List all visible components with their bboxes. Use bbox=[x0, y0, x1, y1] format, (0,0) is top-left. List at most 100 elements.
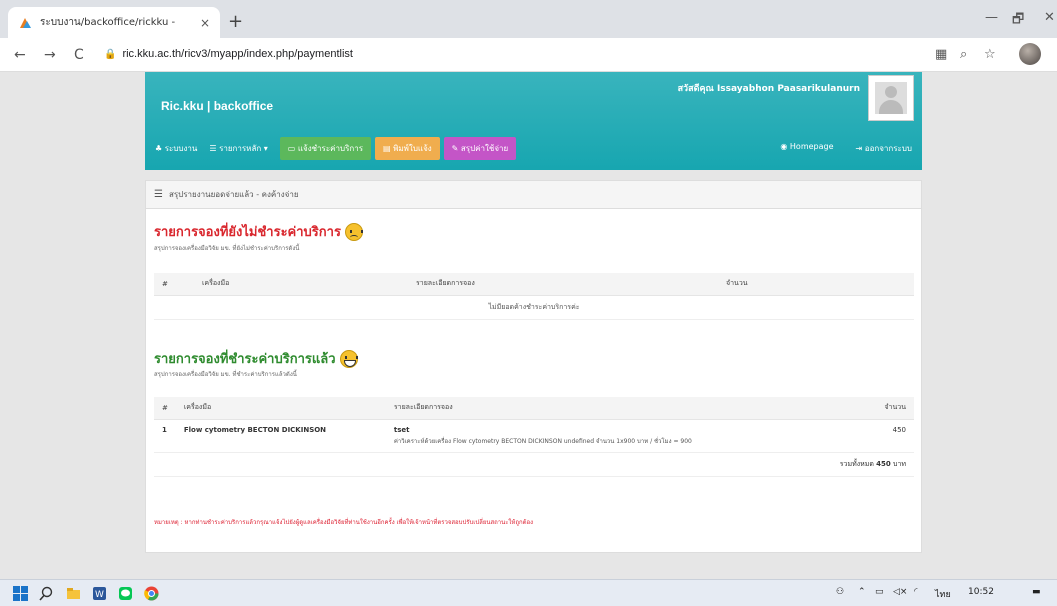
input-language[interactable]: ไทย bbox=[935, 587, 951, 601]
row-detail: tset ค่าวิเคราะห์ด้วยเครื่อง Flow cytome… bbox=[385, 419, 854, 453]
row-instrument: Flow cytometry BECTON DICKINSON bbox=[175, 419, 386, 453]
search-icon[interactable] bbox=[39, 586, 54, 601]
site-header: Ric.kku | backoffice สวัสดีคุณ Issayabho… bbox=[145, 72, 922, 170]
col-number: # bbox=[154, 273, 194, 296]
nav-main-menu-label: รายการหลัก bbox=[219, 144, 262, 153]
card-icon: ▭ bbox=[287, 144, 298, 153]
print-invoice-label: พิมพ์ใบแจ้ง bbox=[393, 144, 432, 153]
nav-home[interactable]: ♣ ระบบงาน bbox=[155, 142, 197, 155]
unpaid-title-text: รายการจองที่ยังไม่ชำระค่าบริการ bbox=[154, 225, 341, 240]
pencil-icon: ✎ bbox=[451, 144, 461, 153]
printer-icon: ▤ bbox=[383, 144, 394, 153]
battery-icon: ▭ bbox=[875, 587, 884, 597]
nav-main-menu[interactable]: ☰ รายการหลัก ▾ bbox=[209, 142, 267, 155]
line-app-icon[interactable] bbox=[118, 586, 133, 601]
table-row: 1 Flow cytometry BECTON DICKINSON tset ค… bbox=[154, 419, 914, 453]
notify-payment-button[interactable]: ▭ แจ้งชำระค่าบริการ bbox=[279, 137, 371, 160]
unpaid-title: รายการจองที่ยังไม่ชำระค่าบริการ bbox=[154, 221, 363, 242]
url-text: ric.kku.ac.th/ricv3/myapp/index.php/paym… bbox=[122, 48, 353, 60]
taskbar: W ⚇ ⌃ ▭ ◁× ◜ ไทย 10:52 ▬ bbox=[0, 579, 1057, 606]
restore-button[interactable]: 🗗 bbox=[1012, 10, 1024, 32]
payment-summary-panel: ☰ สรุปรายงานยอดจ่ายแล้ว - คงค้างจ่าย ราย… bbox=[145, 180, 922, 553]
nav-right: ◉ Homepage ⇥ ออกจากระบบ bbox=[758, 142, 912, 155]
panel-heading-text: สรุปรายงานยอดจ่ายแล้ว - คงค้างจ่าย bbox=[168, 190, 299, 199]
col-instrument: เครื่องมือ bbox=[175, 397, 386, 420]
total-value: 450 bbox=[876, 459, 891, 468]
lock-icon: 🔒 bbox=[104, 49, 117, 60]
chrome-icon[interactable] bbox=[144, 586, 159, 601]
empty-message: ไม่มียอดค้างชำระค่าบริการค่ะ bbox=[154, 295, 914, 320]
forward-button[interactable]: → bbox=[44, 47, 56, 63]
total-cell: รวมทั้งหมด 450 บาท bbox=[154, 452, 914, 477]
caret-down-icon: ▾ bbox=[261, 144, 268, 153]
col-amount: จำนวน bbox=[854, 397, 914, 420]
wifi-icon[interactable]: ◜ bbox=[914, 587, 918, 597]
nav-homepage[interactable]: ◉ Homepage bbox=[780, 142, 833, 155]
back-button[interactable]: ← bbox=[14, 47, 26, 63]
total-unit: บาท bbox=[893, 459, 906, 468]
col-number: # bbox=[154, 397, 176, 420]
row-number: 1 bbox=[154, 419, 176, 453]
nav-logout[interactable]: ⇥ ออกจากระบบ bbox=[856, 142, 912, 155]
list-icon: ☰ bbox=[209, 144, 220, 153]
page-body: Ric.kku | backoffice สวัสดีคุณ Issayabho… bbox=[0, 72, 1057, 579]
translate-icon[interactable]: ▦ bbox=[935, 47, 947, 62]
unpaid-subtitle: สรุปการจองเครื่องมือวิจัย มข. ที่ยังไม่ช… bbox=[154, 245, 300, 252]
people-icon[interactable]: ⚇ bbox=[836, 587, 844, 597]
notification-icon[interactable]: ▬ bbox=[1032, 587, 1041, 597]
profile-avatar[interactable] bbox=[1019, 43, 1041, 65]
total-label: รวมทั้งหมด bbox=[839, 459, 874, 468]
expense-summary-label: สรุปค่าใช้จ่าย bbox=[460, 144, 509, 153]
list-icon: ☰ bbox=[154, 189, 163, 200]
row-amount: 450 bbox=[854, 419, 914, 453]
site-favicon-icon bbox=[20, 17, 31, 28]
notify-payment-label: แจ้งชำระค่าบริการ bbox=[297, 144, 363, 153]
col-amount: จำนวน bbox=[718, 273, 914, 296]
zoom-icon[interactable]: ⌕ bbox=[960, 47, 967, 62]
url-field[interactable]: 🔒 ric.kku.ac.th/ricv3/myapp/index.php/pay… bbox=[104, 48, 353, 60]
close-window-button[interactable]: ✕ bbox=[1044, 10, 1055, 25]
expense-summary-button[interactable]: ✎ สรุปค่าใช้จ่าย bbox=[443, 137, 517, 160]
file-explorer-icon[interactable] bbox=[66, 586, 81, 601]
minimize-button[interactable]: — bbox=[985, 10, 998, 25]
address-bar: ← → C 🔒 ric.kku.ac.th/ricv3/myapp/index.p… bbox=[0, 38, 1057, 72]
bookmark-star-icon[interactable]: ☆ bbox=[984, 47, 996, 62]
browser-tab[interactable]: ระบบงาน/backoffice/rickku - × bbox=[8, 7, 220, 38]
table-row: ไม่มียอดค้างชำระค่าบริการค่ะ bbox=[154, 295, 914, 320]
col-detail: รายละเอียดการจอง bbox=[408, 273, 718, 296]
browser-tabstrip: ระบบงาน/backoffice/rickku - × + — 🗗 ✕ bbox=[0, 0, 1057, 38]
paid-title-text: รายการจองที่ชำระค่าบริการแล้ว bbox=[154, 352, 336, 367]
footer-note: หมายเหตุ : หากท่านชำระค่าบริการแล้วกรุณา… bbox=[154, 519, 534, 526]
sad-face-icon bbox=[344, 222, 363, 241]
paid-table: # เครื่องมือ รายละเอียดการจอง จำนวน 1 Fl… bbox=[154, 397, 914, 477]
row-detail-sub: ค่าวิเคราะห์ด้วยเครื่อง Flow cytometry B… bbox=[393, 437, 692, 445]
main-navbar: ♣ ระบบงาน ☰ รายการหลัก ▾ ▭ แจ้งชำระค่าบร… bbox=[145, 135, 922, 162]
new-tab-button[interactable]: + bbox=[228, 11, 243, 32]
logout-icon: ⇥ bbox=[855, 144, 865, 153]
row-detail-title: tset bbox=[393, 425, 410, 434]
volume-icon[interactable]: ◁× bbox=[893, 587, 907, 597]
unpaid-table-header: # เครื่องมือ รายละเอียดการจอง จำนวน bbox=[154, 273, 914, 296]
paid-title: รายการจองที่ชำระค่าบริการแล้ว bbox=[154, 348, 358, 369]
tab-title: ระบบงาน/backoffice/rickku - bbox=[40, 17, 176, 28]
clock[interactable]: 10:52 bbox=[968, 587, 994, 597]
col-instrument: เครื่องมือ bbox=[194, 273, 408, 296]
paid-table-header: # เครื่องมือ รายละเอียดการจอง จำนวน bbox=[154, 397, 914, 420]
nav-logout-label: ออกจากระบบ bbox=[864, 144, 912, 153]
paid-subtitle: สรุปการจองเครื่องมือวิจัย มข. ที่ชำระค่า… bbox=[154, 371, 297, 378]
nav-homepage-label: Homepage bbox=[789, 142, 834, 151]
tab-close-icon[interactable]: × bbox=[200, 16, 210, 30]
col-detail: รายละเอียดการจอง bbox=[385, 397, 854, 420]
svg-text:W: W bbox=[95, 590, 104, 600]
total-row: รวมทั้งหมด 450 บาท bbox=[154, 452, 914, 477]
unpaid-table: # เครื่องมือ รายละเอียดการจอง จำนวน ไม่ม… bbox=[154, 273, 914, 320]
panel-heading: ☰ สรุปรายงานยอดจ่ายแล้ว - คงค้างจ่าย bbox=[146, 181, 921, 209]
reload-button[interactable]: C bbox=[74, 47, 84, 63]
windows-start-icon[interactable] bbox=[13, 586, 28, 601]
brand-title[interactable]: Ric.kku | backoffice bbox=[161, 99, 273, 113]
tray-chevron-up-icon[interactable]: ⌃ bbox=[858, 587, 866, 597]
print-invoice-button[interactable]: ▤ พิมพ์ใบแจ้ง bbox=[375, 137, 440, 160]
user-silhouette-icon bbox=[875, 82, 907, 114]
word-icon[interactable]: W bbox=[92, 586, 107, 601]
user-avatar[interactable] bbox=[868, 75, 914, 121]
